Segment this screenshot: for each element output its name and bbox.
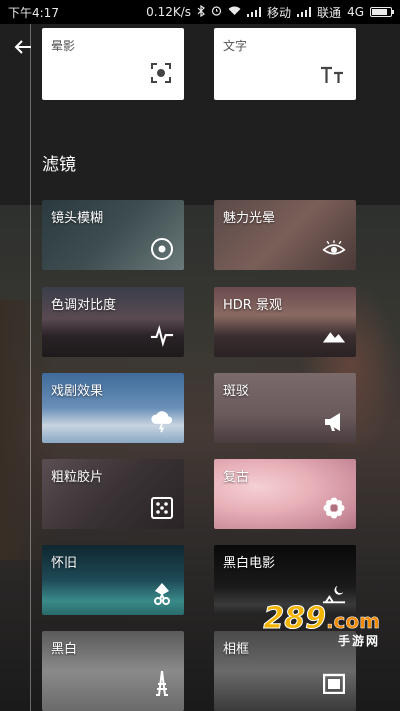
status-bar: 下午4:17 0.12K/s 移动 联通 4G [0,0,400,24]
wifi-icon [228,5,241,19]
filter-label: 相框 [223,642,250,657]
filter-label: 怀旧 [51,556,78,571]
signal-icon [247,7,262,17]
vignette-icon [150,62,172,88]
section-title: 滤镜 [42,155,76,175]
dice-icon [150,496,174,520]
filter-vintage[interactable]: 复古 [214,459,356,529]
filter-label: HDR 景观 [223,298,282,313]
text-icon [320,66,344,88]
battery-icon [370,7,394,17]
filter-label: 黑白 [51,642,78,657]
filter-drama[interactable]: 戏剧效果 [42,373,184,443]
divider [30,24,31,711]
filter-label: 黑白电影 [223,556,276,571]
mountains-icon [322,324,346,348]
pulse-icon [150,324,174,348]
network-speed: 0.12K/s [146,5,192,19]
filter-label: 戏剧效果 [51,384,104,399]
filter-hdr-scape[interactable]: HDR 景观 [214,287,356,357]
filter-label: 斑驳 [223,384,250,399]
filter-label: 复古 [223,470,250,485]
status-time: 下午4:17 [8,5,59,20]
filter-tonal-contrast[interactable]: 色调对比度 [42,287,184,357]
filter-grunge[interactable]: 斑驳 [214,373,356,443]
flower-gear-icon [322,496,346,520]
pin-icon [150,582,174,606]
tool-label: 晕影 [51,39,76,53]
filter-grainy-film[interactable]: 粗粒胶片 [42,459,184,529]
filter-lens-blur[interactable]: 镜头模糊 [42,200,184,270]
filter-label: 镜头模糊 [51,211,104,226]
network-type: 4G [347,5,364,19]
megaphone-icon [322,410,346,434]
lens-blur-icon [150,237,174,261]
tool-vignette[interactable]: 晕影 [42,28,184,100]
filter-label: 粗粒胶片 [51,470,104,485]
site-watermark: 289 .com 手游网 [263,601,380,649]
carrier-1: 移动 [267,5,292,20]
filter-retrolux[interactable]: 怀旧 [42,545,184,615]
filter-glamour-glow[interactable]: 魅力光晕 [214,200,356,270]
filter-black-white[interactable]: 黑白 [42,631,184,711]
tower-icon [150,670,174,696]
tool-text[interactable]: 文字 [214,28,356,100]
carrier-2: 联通 [317,5,342,20]
alarm-icon [211,5,222,19]
filter-label: 色调对比度 [51,298,117,313]
filter-label: 魅力光晕 [223,211,276,226]
watermark-number: 289 [263,601,327,637]
cloud-lightning-icon [150,410,174,434]
bluetooth-icon [197,4,205,20]
eye-icon [322,237,346,261]
tool-label: 文字 [223,39,248,53]
watermark-suffix: .com [325,609,381,634]
signal-icon [297,7,312,17]
frame-icon [322,671,346,695]
